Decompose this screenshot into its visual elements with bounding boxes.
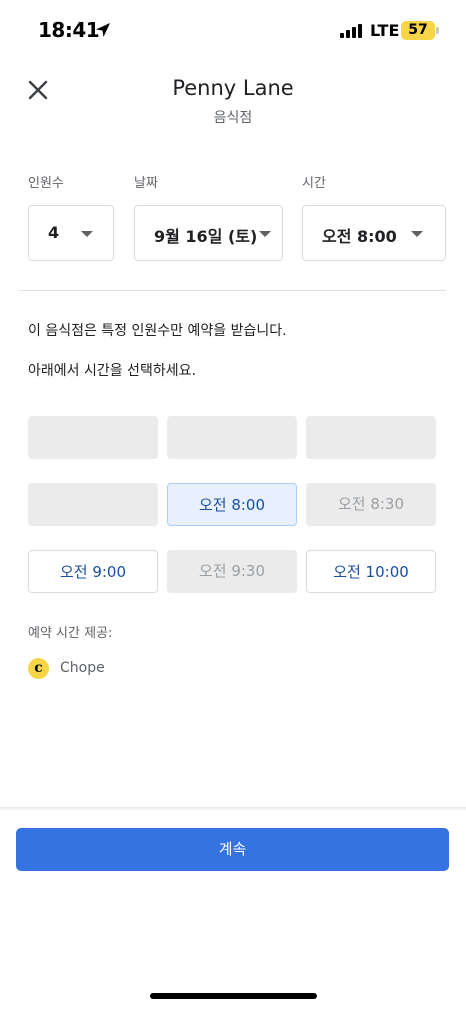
time-slot-unavailable: 오전 8:30 [306, 483, 436, 526]
time-select[interactable]: 오전 8:00 [302, 205, 446, 261]
date-value: 9월 16일 (토) [154, 227, 258, 246]
provider-label: 예약 시간 제공: [28, 626, 113, 641]
location-arrow-icon [96, 23, 110, 37]
select-time-note: 아래에서 시간을 선택하세요. [28, 363, 196, 379]
date-select[interactable]: 9월 16일 (토) [134, 205, 283, 261]
time-slot-unavailable: 오전 9:30 [167, 550, 297, 593]
home-indicator [150, 993, 317, 999]
page-title: Penny Lane [172, 76, 294, 100]
signal-icon [340, 24, 362, 38]
continue-button[interactable]: 계속 [16, 828, 449, 871]
battery-level: 57 [408, 22, 428, 38]
time-slot-button[interactable]: 오전 10:00 [306, 550, 436, 593]
battery-cap [436, 27, 439, 34]
chevron-down-icon [411, 231, 423, 237]
battery-icon: 57 [401, 21, 435, 40]
provider-name: Chope [60, 660, 105, 676]
time-label: 시간 [302, 176, 326, 191]
status-bar: 18:41 LTE 57 [0, 0, 466, 60]
chevron-down-icon [259, 231, 271, 237]
time-value: 오전 8:00 [322, 227, 397, 246]
party-size-value: 4 [48, 223, 60, 242]
chope-logo-icon: c [28, 658, 49, 679]
divider [19, 290, 446, 291]
party-size-note: 이 음식점은 특정 인원수만 예약을 받습니다. [28, 323, 287, 339]
date-label: 날짜 [134, 176, 158, 191]
time-slot-selected[interactable]: 오전 8:00 [167, 483, 297, 526]
time-slot-button[interactable]: 오전 9:00 [28, 550, 158, 593]
party-size-label: 인원수 [28, 176, 64, 191]
bottom-divider [0, 807, 466, 811]
time-slot-placeholder [306, 416, 436, 459]
chevron-down-icon [81, 231, 93, 237]
time-slot-placeholder [167, 416, 297, 459]
party-size-select[interactable]: 4 [28, 205, 114, 261]
network-label: LTE [370, 21, 400, 40]
page-subtitle: 음식점 [213, 110, 253, 126]
time-slot-placeholder [28, 416, 158, 459]
time-slot-placeholder [28, 483, 158, 526]
status-time: 18:41 [38, 18, 100, 42]
